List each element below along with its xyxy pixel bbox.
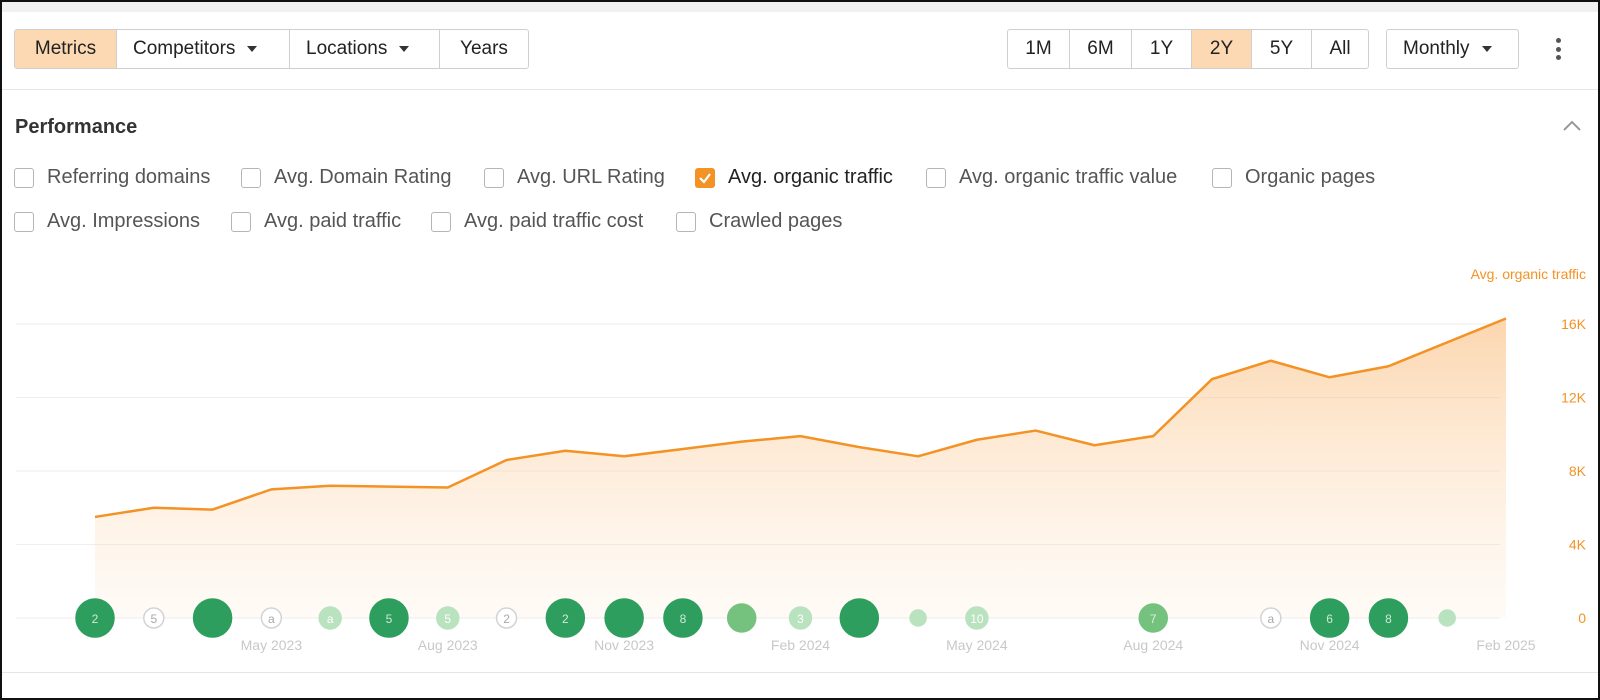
update-marker-label: 7	[1150, 612, 1157, 626]
footer-divider	[2, 672, 1598, 673]
y-axis-label: Avg. organic traffic	[1471, 266, 1586, 282]
x-tick-label: Aug 2024	[1123, 637, 1183, 653]
y-tick-label: 12K	[1561, 390, 1587, 406]
x-tick-label: May 2023	[241, 637, 303, 653]
series-area	[95, 318, 1506, 618]
x-tick-label: Nov 2024	[1300, 637, 1360, 653]
performance-chart: 16K 12K 8K 4K 0 Avg. organic traffic May 2023 A…	[16, 266, 1587, 653]
update-marker-label: 8	[1385, 612, 1392, 626]
update-marker-label: a	[1267, 612, 1274, 626]
y-tick-label: 8K	[1569, 463, 1587, 479]
update-marker-label: 5	[444, 612, 451, 626]
update-marker-label: 6	[1326, 612, 1333, 626]
x-tick-label: Nov 2023	[594, 637, 654, 653]
update-marker-label: 8	[680, 612, 687, 626]
update-marker	[726, 603, 757, 633]
update-marker-label: 2	[92, 612, 99, 626]
update-marker-label: 2	[562, 612, 569, 626]
update-marker-label: 3	[797, 612, 804, 626]
x-tick-label: May 2024	[946, 637, 1008, 653]
x-tick-label: Aug 2023	[418, 637, 478, 653]
update-marker-label: a	[327, 612, 334, 626]
update-marker	[604, 598, 644, 638]
y-tick-label: 4K	[1569, 537, 1587, 553]
x-tick-label: Feb 2024	[771, 637, 830, 653]
update-marker	[839, 598, 880, 638]
update-marker	[192, 598, 233, 638]
x-tick-label: Feb 2025	[1476, 637, 1535, 653]
update-marker-label: 10	[970, 612, 984, 626]
update-marker-label: a	[268, 612, 275, 626]
update-marker-label: 5	[150, 612, 157, 626]
update-marker	[909, 609, 927, 627]
y-tick-label: 16K	[1561, 316, 1587, 332]
update-marker-label: 2	[503, 612, 510, 626]
update-marker	[1438, 609, 1456, 627]
y-tick-label: 0	[1578, 610, 1586, 626]
update-marker-label: 5	[386, 612, 393, 626]
